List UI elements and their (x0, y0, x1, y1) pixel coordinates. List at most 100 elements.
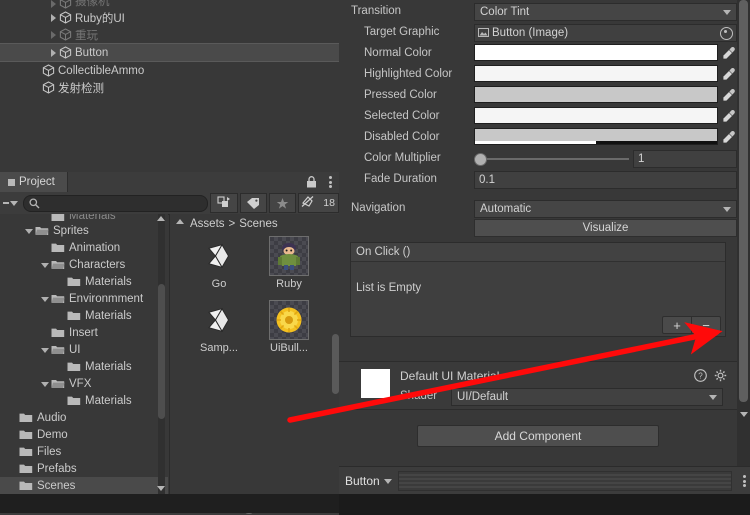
transition-dropdown[interactable]: Color Tint (474, 2, 737, 21)
collapse-arrow-icon[interactable] (24, 225, 35, 236)
folder-label: Demo (37, 428, 68, 441)
asset-grid-scrollbar-thumb[interactable] (332, 334, 339, 394)
fade-duration-field[interactable]: 0.1 (474, 170, 737, 189)
color-swatch-field[interactable] (474, 107, 718, 124)
folder-tree-item[interactable]: Audio (0, 409, 168, 426)
expand-arrow-icon[interactable] (48, 47, 59, 58)
filter-by-type-icon[interactable] (210, 193, 238, 213)
visualize-button[interactable]: Visualize (474, 219, 737, 237)
inspector-scrollbar-thumb[interactable] (739, 0, 748, 402)
gear-icon[interactable] (714, 369, 727, 382)
favorites-star-icon[interactable] (268, 193, 297, 213)
project-panel: Project 18 Materials Sprites Animation C… (0, 172, 340, 515)
folder-tree-item[interactable]: Sprites (0, 222, 168, 239)
expand-arrow-icon[interactable] (48, 29, 59, 40)
add-component-button[interactable]: Add Component (417, 425, 659, 447)
folder-tree-item[interactable]: Materials (0, 307, 168, 324)
collapse-arrow-icon[interactable] (40, 259, 51, 270)
hierarchy-item[interactable]: 重玩 (0, 26, 339, 43)
folder-tree-scroll-down-icon[interactable] (157, 486, 165, 491)
folder-icon (51, 214, 65, 222)
folder-tree-item[interactable]: Demo (0, 426, 168, 443)
target-graphic-object-field[interactable]: Button (Image) (474, 23, 737, 42)
expand-arrow-spacer (8, 429, 19, 440)
color-swatch-field[interactable] (474, 86, 718, 103)
eyedropper-icon[interactable] (721, 45, 737, 61)
folder-tree-item[interactable]: Scenes (0, 477, 168, 494)
tab-project[interactable]: Project (0, 172, 68, 192)
expand-arrow-icon[interactable] (48, 0, 59, 9)
project-menu-icon[interactable] (329, 176, 333, 188)
inspector-scroll-down-icon[interactable] (740, 412, 748, 417)
color-swatch-field[interactable] (474, 128, 718, 145)
filter-by-label-icon[interactable] (239, 193, 267, 213)
folder-tree-item[interactable]: Environmment (0, 290, 168, 307)
collapse-arrow-icon[interactable] (40, 344, 51, 355)
hierarchy-panel[interactable]: 摄像机 Ruby的UI 重玩 Button CollectibleAmmo 发射检测 (0, 0, 340, 172)
expand-arrow-spacer (56, 395, 67, 406)
project-view-dropdown[interactable] (0, 192, 21, 214)
collapse-arrow-icon[interactable] (40, 378, 51, 389)
hierarchy-item[interactable]: Ruby的UI (0, 9, 339, 26)
folder-icon (19, 446, 33, 457)
hierarchy-item[interactable]: Button (0, 43, 339, 62)
folder-icon (67, 310, 81, 321)
project-search-box[interactable] (23, 194, 209, 212)
inspector-scrollbar-track[interactable] (737, 0, 750, 466)
material-preview-swatch[interactable] (361, 369, 390, 398)
asset-item[interactable]: Samp... (184, 300, 254, 364)
breadcrumb-collapse-icon[interactable] (176, 219, 184, 224)
folder-tree-item[interactable]: Materials (0, 273, 168, 290)
color-multiplier-slider[interactable] (474, 152, 629, 166)
search-input[interactable] (42, 195, 197, 211)
asset-item[interactable]: UiBull... (254, 300, 324, 364)
folder-tree-item[interactable]: Prefabs (0, 460, 168, 477)
add-component-wrap: Add Component (339, 425, 737, 447)
folder-tree-item[interactable]: Materials (0, 358, 168, 375)
object-picker-icon[interactable] (720, 26, 733, 40)
shader-dropdown[interactable]: UI/Default (451, 388, 723, 406)
color-multiplier-value-field[interactable]: 1 (633, 149, 737, 168)
navigation-dropdown[interactable]: Automatic (474, 199, 737, 218)
eyedropper-icon[interactable] (721, 129, 737, 145)
color-swatch-field[interactable] (474, 65, 718, 82)
filter-count-badge[interactable]: 18 (298, 193, 339, 213)
folder-tree-item[interactable]: VFX (0, 375, 168, 392)
folder-tree-item[interactable]: Insert (0, 324, 168, 341)
asset-browser-pane[interactable]: Assets > Scenes Go Ruby Samp... UiBull... (169, 214, 340, 497)
asset-label: Samp... (200, 342, 238, 354)
expand-arrow-spacer (56, 276, 67, 287)
asset-grid: Go Ruby Samp... UiBull... (170, 236, 354, 364)
folder-tree-scrollbar-thumb[interactable] (158, 284, 165, 419)
project-folder-tree[interactable]: Materials Sprites Animation Characters Mater… (0, 214, 168, 497)
gameobject-cube-icon (42, 81, 55, 94)
hierarchy-item[interactable]: 摄像机 (0, 0, 339, 9)
expand-arrow-spacer (8, 480, 19, 491)
folder-tree-item[interactable]: Characters (0, 256, 168, 273)
eyedropper-icon[interactable] (721, 66, 737, 82)
color-swatch-field[interactable] (474, 44, 718, 61)
hierarchy-item[interactable]: CollectibleAmmo (0, 62, 339, 79)
folder-tree-item[interactable]: UI (0, 341, 168, 358)
breadcrumb-current[interactable]: Scenes (239, 218, 277, 230)
add-event-button[interactable]: + (662, 316, 692, 334)
asset-item[interactable]: Ruby (254, 236, 324, 300)
breadcrumb-root[interactable]: Assets (190, 218, 225, 230)
asset-item[interactable]: Go (184, 236, 254, 300)
color-multiplier-slider-knob[interactable] (474, 152, 487, 166)
eyedropper-icon[interactable] (721, 87, 737, 103)
expand-arrow-icon[interactable] (48, 12, 59, 23)
bottom-bar-object-dropdown[interactable]: Button (339, 474, 392, 488)
folder-tree-item[interactable]: Materials (0, 392, 168, 409)
lock-icon[interactable] (306, 176, 317, 188)
folder-tree-scroll-up-icon[interactable] (157, 216, 165, 221)
folder-tree-item[interactable]: Files (0, 443, 168, 460)
hierarchy-item[interactable]: 发射检测 (0, 79, 339, 96)
collapse-arrow-icon[interactable] (40, 293, 51, 304)
bottom-bar-menu-icon[interactable] (738, 475, 750, 487)
remove-event-button[interactable]: − (692, 316, 721, 334)
help-icon[interactable]: ? (694, 369, 707, 382)
eyedropper-icon[interactable] (721, 108, 737, 124)
folder-tree-item[interactable]: Animation (0, 239, 168, 256)
folder-tree-item[interactable]: Materials (0, 214, 168, 222)
